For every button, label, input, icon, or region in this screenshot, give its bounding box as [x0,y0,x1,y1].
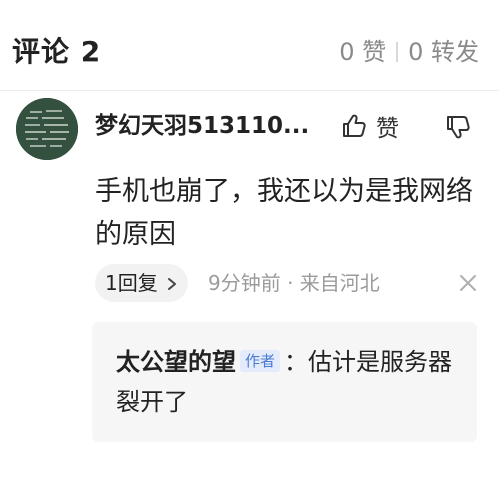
comment-text: 手机也崩了，我还以为是我网络的原因 [95,176,473,250]
chevron-right-icon [168,278,177,290]
likes-count[interactable]: 0 赞 [339,32,386,72]
reply-author[interactable]: 太公望的望 [116,348,236,376]
reply-count-label: 1回复 [105,271,158,295]
header-stats: 0 赞 0 转发 [339,32,479,72]
stats-separator [396,42,399,62]
like-button[interactable]: 赞 [340,108,399,144]
author-badge: 作者 [240,350,281,372]
comment-username[interactable]: 梦幻天羽513110... [95,108,309,144]
reply-preview[interactable]: 太公望的望 作者 ：估计是服务器裂开了 [92,322,477,442]
comment-meta: 1回复 9分钟前 · 来自河北 [95,264,479,304]
comments-title: 评论 2 [12,35,102,68]
reply-content: 太公望的望 作者 ：估计是服务器裂开了 [116,342,466,422]
like-label: 赞 [376,116,399,142]
thumbs-up-icon [343,114,366,137]
header-divider [0,90,499,91]
comment-time-location: 9分钟前 · 来自河北 [208,271,380,295]
comments-page: 评论 2 0 赞 0 转发 梦幻天羽513110... 赞 手机也崩了，我还以为… [0,0,499,482]
comments-header: 评论 2 0 赞 0 转发 [12,32,479,72]
reply-separator: ： [284,348,309,376]
reposts-count[interactable]: 0 转发 [408,32,479,72]
close-icon[interactable] [457,272,479,294]
avatar[interactable] [16,98,78,160]
reply-count-button[interactable]: 1回复 [95,264,189,302]
thumbs-down-icon[interactable] [442,112,474,144]
